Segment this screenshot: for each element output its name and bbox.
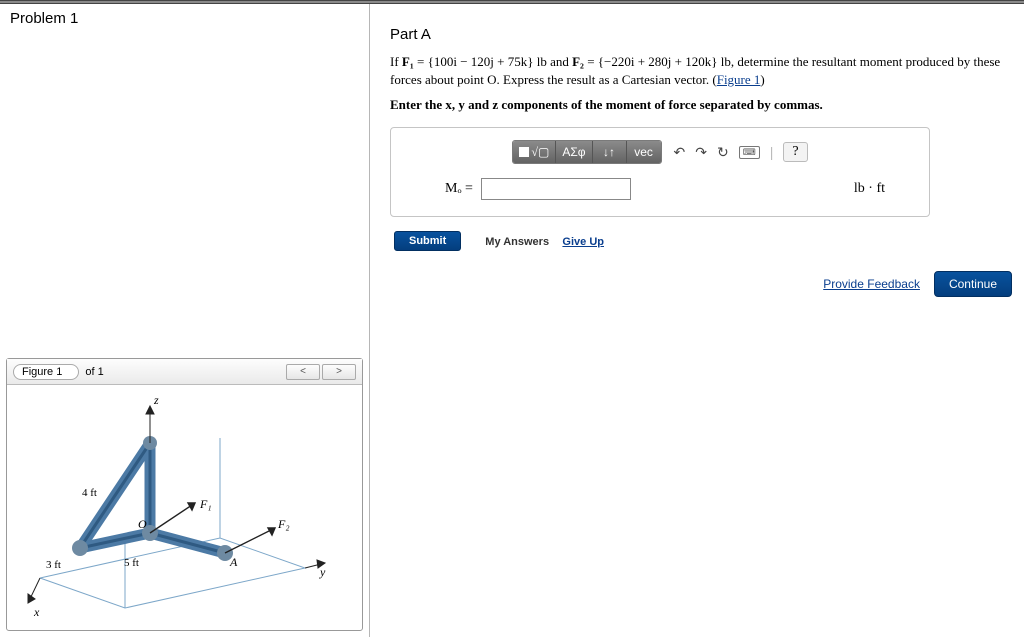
undo-icon[interactable]: ↶	[674, 144, 686, 161]
figure-select[interactable]: Figure 1	[13, 364, 79, 380]
figure-prev-button[interactable]: <	[286, 364, 320, 380]
figure-next-button[interactable]: >	[322, 364, 356, 380]
problem-title: Problem 1	[0, 4, 369, 33]
redo-icon[interactable]: ↷	[695, 144, 707, 161]
equation-toolbar: √▢ ΑΣφ ↓↑ vec ↶ ↷ ↻ ⌨ | ?	[405, 140, 915, 164]
svg-text:A: A	[229, 555, 238, 569]
svg-text:F₂: F₂	[277, 517, 290, 531]
question-prompt: If F₁ = {100i − 120j + 75k} lb and F₂ = …	[390, 53, 1010, 89]
svg-text:y: y	[319, 565, 326, 579]
answer-units: lb · ft	[854, 181, 915, 197]
provide-feedback-link[interactable]: Provide Feedback	[823, 277, 920, 291]
help-button[interactable]: ?	[783, 142, 807, 162]
input-instruction: Enter the x, y and z components of the m…	[390, 97, 1012, 113]
figure-link[interactable]: Figure 1	[717, 72, 761, 87]
template-button[interactable]: √▢	[513, 141, 556, 163]
figure-panel: Figure 1 of 1 < >	[6, 358, 363, 631]
svg-text:3 ft: 3 ft	[46, 559, 61, 571]
answer-box: √▢ ΑΣφ ↓↑ vec ↶ ↷ ↻ ⌨ | ? Mₒ = lb · ft	[390, 127, 930, 217]
figure-count: of 1	[85, 366, 103, 378]
vec-button[interactable]: vec	[627, 141, 661, 163]
svg-text:O: O	[138, 517, 147, 531]
figure-toolbar: Figure 1 of 1 < >	[7, 359, 362, 385]
give-up-link[interactable]: Give Up	[562, 236, 604, 248]
svg-text:x: x	[33, 605, 40, 619]
submit-button[interactable]: Submit	[394, 231, 461, 251]
continue-button[interactable]: Continue	[934, 271, 1012, 297]
reset-icon[interactable]: ↻	[717, 144, 729, 161]
svg-text:F₁: F₁	[199, 497, 212, 511]
greek-button[interactable]: ΑΣφ	[556, 141, 592, 163]
part-title: Part A	[390, 26, 1012, 43]
subscript-button[interactable]: ↓↑	[593, 141, 627, 163]
figure-image: z y x O A F₁ F₂ 4 ft 5 ft 3 ft	[7, 385, 362, 630]
answer-lhs: Mₒ =	[445, 181, 473, 197]
keyboard-icon[interactable]: ⌨	[739, 146, 760, 159]
svg-text:z: z	[153, 393, 159, 407]
svg-text:4 ft: 4 ft	[82, 487, 97, 499]
svg-text:5 ft: 5 ft	[124, 557, 139, 569]
my-answers-label: My Answers	[485, 236, 549, 248]
answer-input[interactable]	[481, 178, 631, 200]
